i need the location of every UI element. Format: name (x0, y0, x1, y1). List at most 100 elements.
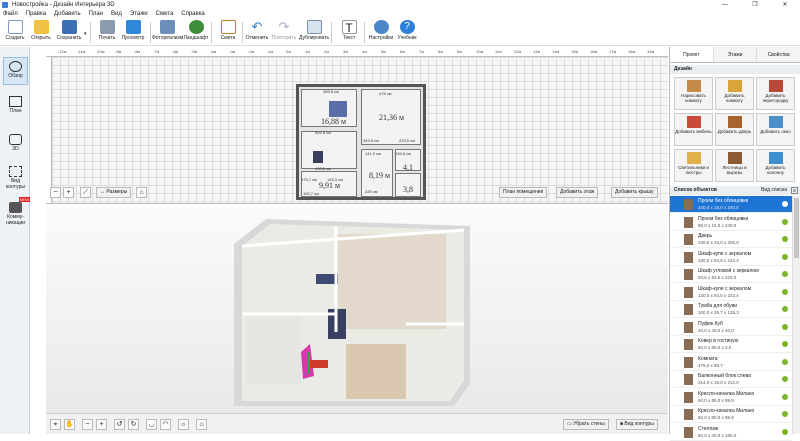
nav-communications[interactable]: Комму-никации NEW (3, 197, 30, 227)
object-list-item[interactable]: Шкаф-купе с зеркалом 130,0 x 64,5 x 222,4 (670, 284, 792, 301)
preview-button[interactable]: Просмотр (118, 20, 148, 45)
orbit-up-icon[interactable]: ◠ (160, 419, 171, 430)
add-furniture-button[interactable]: Добавить мебель (674, 113, 713, 146)
nav-3d[interactable]: 3D (3, 131, 28, 159)
tab-project[interactable]: Проект (670, 47, 714, 62)
estimate-button[interactable]: Смета (213, 20, 243, 45)
menu-help[interactable]: Справка (181, 10, 205, 19)
nav-overview[interactable]: Обзор (3, 57, 28, 85)
object-list-item[interactable]: Балконный блок слева 214,0 x 15,0 x 212,0 (670, 371, 792, 388)
menu-add[interactable]: Добавить (54, 10, 81, 19)
text-button[interactable]: T Текст (334, 20, 364, 45)
undo-button[interactable]: ↶ Отменить (242, 20, 272, 45)
object-list-item[interactable]: Стеллаж 60,0 x 40,0 x 180,0 (670, 424, 792, 441)
object-list-item[interactable]: Кресло-качалка Милано 60,0 x 80,0 x 99,9 (670, 406, 792, 423)
visibility-icon[interactable] (782, 376, 788, 382)
zoom-out-icon[interactable]: − (82, 419, 93, 430)
save-dropdown-icon[interactable]: ▾ (84, 31, 87, 37)
maximize-button[interactable]: ❐ (740, 0, 770, 10)
menu-edit[interactable]: Правка (26, 10, 46, 19)
visibility-icon[interactable] (782, 323, 788, 330)
stairs-button[interactable]: Лестницы и вырезы (715, 149, 754, 182)
object-list-item[interactable]: Пуфик Куб 40,0 x 40,0 x 40,0 (670, 319, 792, 336)
dimension-label: 385,5 см (323, 89, 339, 94)
ruler-tick: 6м (400, 49, 405, 54)
menu-plan[interactable]: План (89, 10, 103, 19)
minimize-button[interactable]: — (710, 0, 740, 10)
tab-properties[interactable]: Свойства (757, 47, 800, 62)
duplicate-button[interactable]: Дублировать (299, 20, 329, 45)
zoom-in-icon[interactable]: + (96, 419, 107, 430)
3d-view[interactable] (46, 203, 668, 413)
visibility-icon[interactable] (782, 306, 788, 312)
object-list-item[interactable]: Тумба для обуви 100,0 x 29,7 x 125,3 (670, 301, 792, 318)
add-door-button[interactable]: Добавить дверь (715, 113, 754, 146)
object-list-item[interactable]: Комната 476,0 x 89,7 (670, 354, 792, 371)
floor-plan[interactable]: 385,5 см 476 см 502,8 см 349,5 см 229,5 … (296, 84, 426, 200)
rotate-right-icon[interactable]: ↻ (128, 419, 139, 430)
home-icon[interactable]: ⌂ (136, 187, 147, 198)
nav-contours[interactable]: Вид контуры (3, 163, 28, 191)
list-view-icon[interactable]: ≡ (791, 187, 798, 194)
add-column-button[interactable]: Добавить колонну (756, 149, 795, 182)
visibility-icon[interactable] (782, 253, 788, 260)
visibility-icon[interactable] (782, 288, 788, 295)
redo-button[interactable]: ↷ Повторить (269, 20, 299, 45)
plan-grid[interactable]: 385,5 см 476 см 502,8 см 349,5 см 229,5 … (52, 57, 668, 203)
menu-floors[interactable]: Этажи (130, 10, 148, 19)
object-list-item[interactable]: Шкаф-купе с зеркалом 100,0 x 64,5 x 222,4 (670, 249, 792, 266)
visibility-icon[interactable] (782, 201, 788, 207)
visibility-icon[interactable] (782, 393, 788, 400)
rotate-left-icon[interactable]: ↺ (114, 419, 125, 430)
select-icon[interactable]: ⌖ (50, 419, 61, 430)
draw-room-button[interactable]: Нарисовать комнату (674, 77, 713, 110)
object-list-item[interactable]: Дверь 100,0 x 15,0 x 200,0 (670, 231, 792, 248)
menu-view[interactable]: Вид (111, 10, 122, 19)
object-list-item[interactable]: Проем без облицовки 240,0 x 15,0 x 240,0 (670, 196, 792, 213)
add-room-button[interactable]: Добавить комнату (715, 77, 754, 110)
3d-scene[interactable] (46, 204, 668, 413)
object-list-item[interactable]: Шкаф угловой с зеркалом 93,5 x 93,5 x 223… (670, 266, 792, 283)
visibility-icon[interactable] (782, 218, 788, 225)
visibility-icon[interactable] (782, 411, 788, 417)
zoom-in-icon[interactable]: + (63, 187, 74, 198)
lights-button[interactable]: Светильники и люстры (674, 149, 713, 182)
save-button[interactable]: Сохранить (54, 20, 84, 45)
orbit-down-icon[interactable]: ◡ (146, 419, 157, 430)
room[interactable] (301, 131, 357, 169)
menu-estimate[interactable]: Смета (156, 10, 174, 19)
tab-floors[interactable]: Этажи (713, 47, 758, 62)
visibility-icon[interactable] (782, 358, 788, 365)
visibility-icon[interactable] (782, 236, 788, 242)
plan-view[interactable]: -12м -11м -10м -9м -8м -7м -6м -5м -4м -3м -2м -1м 0… (46, 47, 668, 203)
hand-icon[interactable]: ✋ (64, 419, 75, 430)
photorealism-button[interactable]: Фотореализм (152, 20, 183, 45)
sizes-button[interactable]: ↔ Размеры (96, 187, 132, 198)
zoom-out-icon[interactable]: − (50, 187, 61, 198)
home-icon[interactable]: ⌂ (196, 419, 207, 430)
dimension-label: 175,7 см (301, 177, 317, 182)
tutorial-button[interactable]: ? Учебник (392, 20, 422, 45)
object-name: Кресло-качалка Милано (698, 390, 755, 397)
close-button[interactable]: ✕ (770, 0, 800, 10)
object-list-item[interactable]: Проем без облицовки 90,0 x 15,0 x 240,0 (670, 214, 792, 231)
add-partition-button[interactable]: Добавить перегородку (756, 77, 795, 110)
view-list-button[interactable]: Вид списка (761, 186, 787, 195)
object-list-item[interactable]: Кресло-качалка Милано 60,0 x 99,0 x 99,9 (670, 389, 792, 406)
menu-file[interactable]: Файл (3, 10, 18, 19)
contour-view-button[interactable]: ■ Вид контуры (616, 419, 658, 430)
ruler-icon[interactable]: ⟋ (80, 187, 91, 198)
landscape-button[interactable]: Ландшафт (181, 20, 211, 45)
open-button[interactable]: Открыть (26, 20, 56, 45)
visibility-icon[interactable] (782, 271, 788, 277)
object-list-item[interactable]: Ковер в гостиную 60,0 x 90,0 x 2,0 (670, 336, 792, 353)
remove-walls-button[interactable]: ▭ Убрать стены (563, 419, 609, 430)
light-icon[interactable]: ☼ (178, 419, 189, 430)
room-plan-button[interactable]: План помещения (499, 187, 548, 198)
add-roof-button[interactable]: Добавить крышу (611, 187, 658, 198)
objects-scrollbar[interactable] (792, 196, 800, 434)
nav-plan[interactable]: План (3, 93, 28, 121)
add-window-button[interactable]: Добавить окно (756, 113, 795, 146)
visibility-icon[interactable] (782, 341, 788, 347)
add-floor-button[interactable]: Добавить этаж (556, 187, 599, 198)
